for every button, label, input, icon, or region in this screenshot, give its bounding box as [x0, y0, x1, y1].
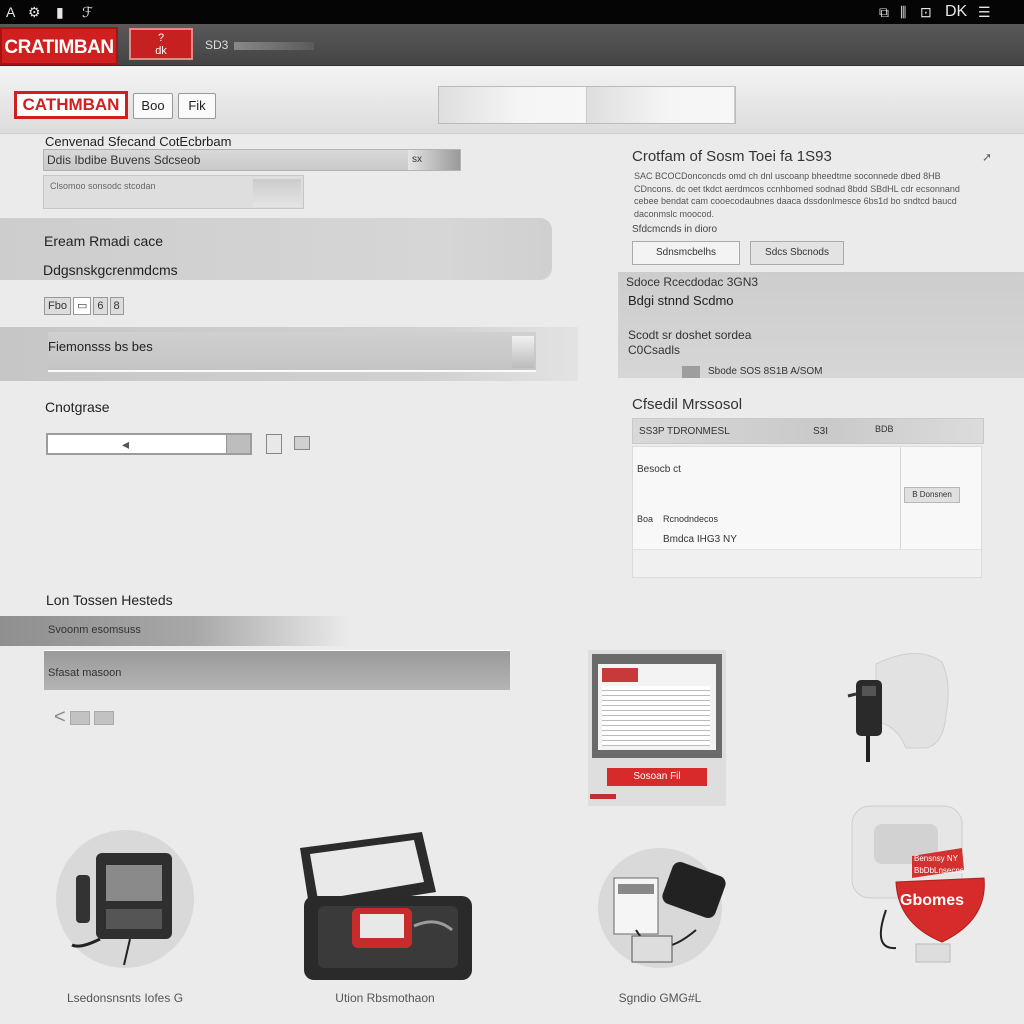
table-action-button[interactable]: B Donsnen	[904, 487, 960, 503]
sub-field-text: Clsomoo sonsodc stcodan	[50, 181, 156, 191]
list-item[interactable]: Svoonm esomsuss	[0, 616, 350, 646]
spec-line-2: C0Csadls	[628, 343, 681, 357]
tab-2[interactable]	[587, 87, 735, 123]
help-icon: ?	[157, 32, 165, 44]
software-screenshot-card[interactable]: Sosoan Fil	[588, 650, 726, 806]
page-button-1[interactable]	[69, 710, 90, 725]
table-header-col-1: SS3P TDRONMESL	[639, 426, 730, 437]
warranty-shield-image[interactable]	[846, 800, 994, 968]
screenshot-frame	[592, 654, 722, 758]
chip-1[interactable]: Fbo	[44, 297, 71, 315]
list-item-label-1: Svoonm esomsuss	[48, 624, 141, 636]
settings-icon[interactable]: ⚙	[28, 0, 41, 24]
menu-icon[interactable]: ☰	[978, 0, 991, 24]
product-sub-label: Sfdcmcnds in dioro	[632, 224, 718, 235]
spec-swatch	[682, 366, 700, 378]
table-row-value: Rcnodndecos	[663, 514, 719, 524]
brand-logo[interactable]: CRATIMBAN	[0, 27, 118, 65]
search-placeholder-bar	[234, 41, 315, 50]
search-text: SD3	[205, 38, 229, 52]
table-row: Besocb ct	[637, 464, 681, 475]
message-title: Cfsedil Mrssosol	[632, 396, 743, 413]
chip-2[interactable]: ▭	[72, 297, 92, 315]
card-buy-button[interactable]: Sosoan Fil	[607, 768, 707, 786]
product-caption-2: Ution Rbsmothaon	[335, 991, 435, 1005]
shield-line-1: Bensnsy NY	[914, 854, 959, 863]
card-tag	[590, 794, 616, 799]
select-dropdown-button[interactable]: sx	[408, 150, 460, 170]
tab-1[interactable]	[439, 87, 587, 123]
pager: <	[54, 706, 114, 729]
category-input[interactable]: ◂	[46, 433, 252, 455]
user-initials[interactable]: DK	[945, 0, 967, 24]
secondary-logo[interactable]: CATHMBAN	[14, 91, 128, 119]
option-chips: Fbo ▭ 6 8	[44, 296, 126, 315]
table-header-col-2: S3I	[813, 426, 829, 437]
list-item[interactable]: Sfasat masoon	[44, 650, 510, 690]
toolbar-tabs	[438, 86, 736, 124]
table-row: Bmdca IHG3 NY	[663, 534, 737, 545]
list-title: Lon Tossen Hesteds	[46, 592, 173, 608]
arrow-left-icon: ◂	[122, 436, 130, 452]
section-label: Cenvenad Sfecand CotEcbrbam	[45, 134, 232, 149]
sub-field-thumb	[253, 179, 301, 207]
category-dropdown-button[interactable]	[226, 435, 250, 453]
product-caption-1: Lsedonsnsnts Iofes G	[66, 991, 184, 1005]
spec-heading: Bdgi stnnd Scdmo	[628, 293, 734, 308]
product-description: SAC BCOCDonconcds omd ch dnl uscoanp bhe…	[634, 171, 960, 219]
feature-label: Fiemonsss bs bes	[48, 339, 153, 354]
scroll-handle[interactable]	[512, 336, 534, 368]
spec-meta: Sbode SOS 8S1B A/SOM	[708, 366, 823, 377]
frame-icon[interactable]: ⊡	[920, 0, 932, 24]
columns-icon[interactable]: ⫼	[900, 0, 906, 24]
page-button-2[interactable]	[93, 710, 114, 725]
software-kit-image[interactable]	[606, 860, 730, 972]
spec-title: Sdoce Rcecdodac 3GN3	[626, 275, 759, 289]
table-footer	[633, 549, 981, 577]
system-bar: A ⚙ ▮ ℱ ⧉ ⫼ ⊡ DK ☰	[0, 0, 1024, 24]
category-label: Cnotgrase	[45, 399, 110, 415]
screenshot-header	[602, 668, 638, 682]
chip-4[interactable]: 8	[109, 297, 124, 315]
list-item-label-2: Sfasat masoon	[48, 667, 122, 679]
select-button-label: sx	[412, 154, 422, 165]
help-button-label: dk	[155, 45, 167, 57]
screenshot-table	[602, 686, 710, 746]
filter-icon[interactable]	[266, 434, 282, 454]
copy-icon[interactable]: ⧉	[879, 0, 889, 24]
cursor-icon: ➚	[982, 150, 993, 164]
chip-3[interactable]: 6	[93, 297, 108, 315]
scan-tool-image[interactable]	[60, 845, 190, 970]
toolbar-button-1[interactable]: Boo	[133, 93, 173, 119]
select-value: Ddis Ibdibe Buvens Sdcseob	[47, 153, 201, 167]
shield-line-2: BbDbLnsecns	[914, 866, 964, 875]
header-search[interactable]: SD3	[205, 35, 425, 55]
info-band-subtitle: Ddgsnskgcrenmdcms	[43, 262, 178, 278]
table-header-col-3: BDB	[875, 424, 894, 434]
shield-badge-text: Gbomes	[900, 892, 965, 909]
details-button[interactable]: Sdnsmcbelhs	[632, 241, 740, 265]
obd-scanner-image	[847, 653, 949, 762]
font-icon[interactable]: ℱ	[82, 0, 93, 24]
info-band-title: Eream Rmadi cace	[44, 233, 164, 249]
spec-line-1: Scodt sr doshet sordea	[628, 328, 752, 342]
table-header: SS3P TDRONMESL S3I BDB	[632, 418, 984, 444]
message-table: Besocb ct Boa Rcnodndecos Bmdca IHG3 NY	[632, 446, 982, 578]
grid-icon[interactable]	[294, 436, 310, 450]
diagnostic-case-image[interactable]	[296, 826, 476, 986]
help-button[interactable]: ? dk	[129, 28, 193, 60]
screenshot-content	[598, 664, 716, 750]
toolbar-button-2[interactable]: Fik	[178, 93, 216, 119]
table-row-key: Boa	[637, 514, 654, 524]
sub-field[interactable]: Clsomoo sonsodc stcodan	[43, 175, 304, 209]
vehicle-select[interactable]: Ddis Ibdibe Buvens Sdcseob sx	[43, 149, 461, 171]
specs-button[interactable]: Sdcs Sbcnods	[750, 241, 844, 265]
chevron-left-icon[interactable]: <	[54, 706, 66, 728]
product-title: Crotfam of Sosm Toei fa 1S93	[632, 148, 832, 165]
product-caption-3: Sgndio GMG#L	[618, 991, 702, 1005]
app-icon[interactable]: A	[6, 0, 15, 24]
window-icon[interactable]: ▮	[56, 0, 64, 24]
